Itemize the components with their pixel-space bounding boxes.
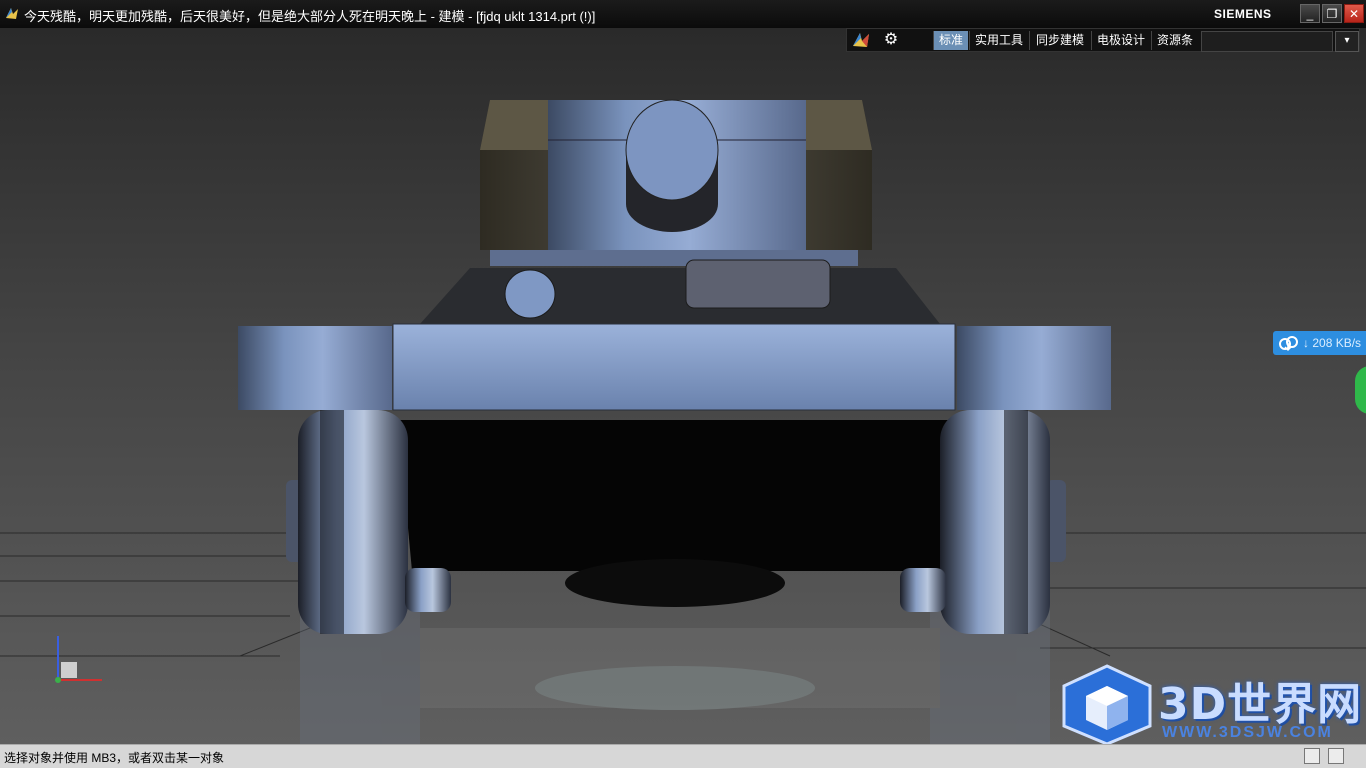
cube-logo-icon [1062,664,1152,744]
gear-icon[interactable]: ⚙ [879,29,903,51]
ribbon-options-dropdown[interactable]: ▾ [1335,31,1359,52]
minimize-button[interactable]: _ [1300,4,1320,23]
restore-button[interactable]: ❐ [1322,4,1342,23]
command-search-field[interactable] [1201,31,1333,52]
cloud-download-icon [1279,336,1298,352]
close-button[interactable]: ✕ [1344,4,1364,23]
window-title: 今天残酷，明天更加残酷，后天很美好，但是绝大部分人死在明天晚上 - 建模 - [… [24,9,596,24]
coordinate-triad-icon [55,636,102,683]
status-prompt: 选择对象并使用 MB3，或者双击某一对象 [4,751,225,765]
download-speed-widget[interactable]: ↓ 208 KB/s [1273,331,1366,355]
floating-green-button[interactable] [1355,366,1366,414]
nx-app-icon [6,8,18,19]
ribbon-tab-bar: ⚙ 标准 实用工具 同步建模 电极设计 资源条 ▾ [846,28,1360,52]
window-layout-icon[interactable] [1328,748,1344,764]
brand-logo: SIEMENS [1214,7,1272,21]
tab-synchronous-modeling[interactable]: 同步建模 [1029,31,1090,50]
tab-standard[interactable]: 标准 [933,31,968,50]
graphics-viewport[interactable] [0,28,1366,744]
tab-utilities[interactable]: 实用工具 [969,31,1028,50]
selection-filter-icon[interactable] [1304,748,1320,764]
download-speed-value: ↓ 208 KB/s [1303,336,1362,350]
watermark-text: 3D世界网 [1158,679,1363,730]
tab-electrode-design[interactable]: 电极设计 [1091,31,1150,50]
tank-model[interactable] [0,28,1366,744]
nx-logo-icon[interactable] [849,29,873,51]
title-bar: 今天残酷，明天更加残酷，后天很美好，但是绝大部分人死在明天晚上 - 建模 - [… [0,0,1366,28]
site-watermark: 3D世界网 WWW.3DSJW.COM [1062,664,1362,744]
watermark-url: WWW.3DSJW.COM [1162,724,1333,741]
tab-resource-bar[interactable]: 资源条 [1151,31,1198,50]
status-bar: 选择对象并使用 MB3，或者双击某一对象 [0,744,1366,768]
